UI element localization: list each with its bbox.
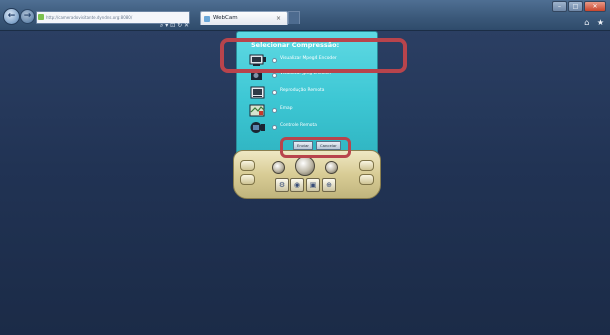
- site-icon: [38, 14, 44, 20]
- url-text: http://cameradovisitante.dyndns.org:8080…: [46, 15, 133, 20]
- forward-arrow-icon[interactable]: →: [20, 9, 35, 24]
- tab-close-icon[interactable]: ×: [276, 12, 281, 25]
- zoom-icon[interactable]: ⊕: [322, 178, 336, 192]
- settings-icon[interactable]: ⚙: [275, 178, 289, 192]
- right-dial[interactable]: [325, 161, 338, 174]
- left-top-button[interactable]: [240, 160, 255, 171]
- camera-icon[interactable]: ◉: [290, 178, 304, 192]
- option-label: Emap: [280, 106, 293, 111]
- radio-jpeg[interactable]: [272, 73, 277, 78]
- address-tools-wrap: ⌕ ▾ ⊡ ↻ ✕: [160, 12, 189, 31]
- option-remote-playback[interactable]: Reprodução Remota: [249, 86, 373, 100]
- tab-icon: [204, 16, 210, 22]
- star-icon[interactable]: ★: [597, 18, 604, 27]
- back-arrow-icon[interactable]: ←: [3, 8, 20, 25]
- option-label: Reprodução Remota: [280, 88, 325, 93]
- center-dial[interactable]: [295, 156, 315, 176]
- browser-chrome: ← → http://cameradovisitante.dyndns.org:…: [0, 0, 610, 31]
- network-icon[interactable]: ▣: [306, 178, 320, 192]
- right-bottom-button[interactable]: [359, 174, 374, 185]
- new-tab-button[interactable]: [288, 11, 300, 24]
- annotation-box-buttons: [280, 137, 351, 158]
- left-bottom-button[interactable]: [240, 174, 255, 185]
- minimize-icon[interactable]: –: [552, 1, 567, 12]
- close-icon[interactable]: ✕: [584, 1, 606, 12]
- address-tools[interactable]: ⌕ ▾ ⊡ ↻ ✕: [160, 22, 189, 29]
- remote-control-icon: [250, 122, 265, 133]
- map-icon: [249, 104, 265, 117]
- option-remote-control[interactable]: Controle Remota: [249, 121, 373, 135]
- option-emap[interactable]: Emap: [249, 104, 373, 118]
- radio-emap[interactable]: [272, 108, 277, 113]
- annotation-box-option: [220, 38, 407, 73]
- window-controls: – □ ✕: [551, 1, 606, 12]
- tab-webcam[interactable]: WebCam ×: [200, 11, 288, 25]
- left-dial[interactable]: [272, 161, 285, 174]
- toolbar-icons: ⌂ ★: [579, 18, 604, 27]
- radio-remote-playback[interactable]: [272, 90, 277, 95]
- home-icon[interactable]: ⌂: [584, 18, 589, 27]
- right-top-button[interactable]: [359, 160, 374, 171]
- option-label: Controle Remota: [280, 123, 317, 128]
- playback-icon: [250, 86, 265, 99]
- page-content: Selecionar Compressão: Visualizar Mpeg4 …: [0, 31, 610, 335]
- radio-remote-control[interactable]: [272, 125, 277, 130]
- maximize-icon[interactable]: □: [568, 1, 583, 12]
- tab-title: WebCam: [213, 15, 238, 21]
